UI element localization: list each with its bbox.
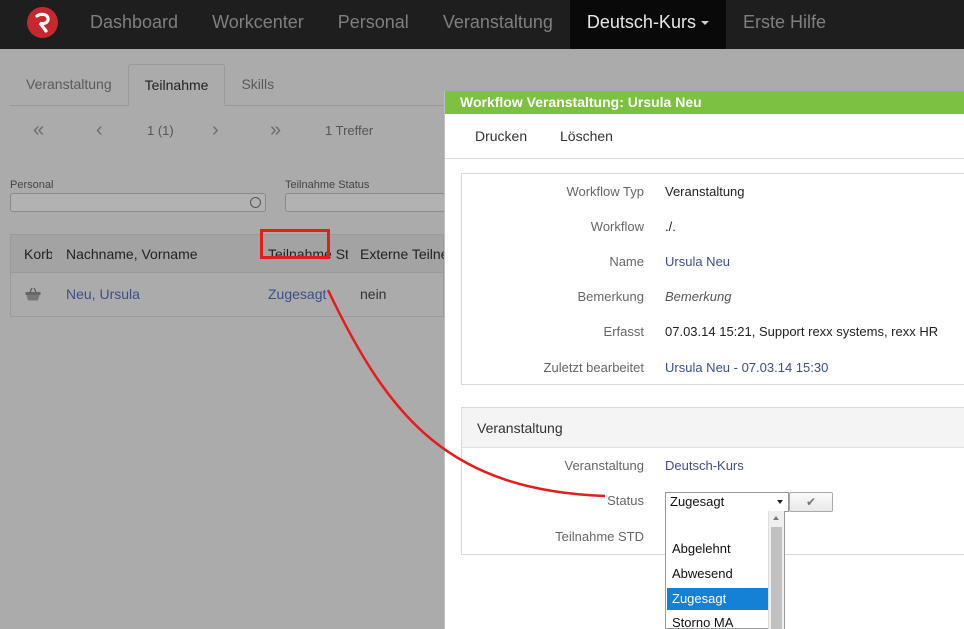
option-storno-ma[interactable]: Storno MA <box>667 612 769 629</box>
nav-dashboard[interactable]: Dashboard <box>73 0 195 49</box>
label-erfasst: Erfasst <box>603 324 644 339</box>
label-teilnahme-std: Teilnahme STD <box>555 529 644 544</box>
value-erfasst: 07.03.14 15:21, Support rexx systems, re… <box>665 324 939 339</box>
value-workflow-typ: Veranstaltung <box>665 184 745 199</box>
next-page-icon[interactable]: › <box>212 119 219 142</box>
label-status: Status <box>607 493 644 508</box>
label-zuletzt-bearbeitet: Zuletzt bearbeitet <box>543 360 644 375</box>
rexx-logo[interactable] <box>27 7 58 38</box>
filter-status-input[interactable] <box>285 193 445 212</box>
filter-personal-label: Personal <box>10 179 54 191</box>
checkmark-icon: ✔ <box>805 495 817 509</box>
tab-teilnahme[interactable]: Teilnahme <box>127 64 226 106</box>
value-veranstaltung-link[interactable]: Deutsch-Kurs <box>665 458 744 473</box>
value-name-link[interactable]: Ursula Neu <box>665 254 730 269</box>
annotation-highlight-box <box>260 229 330 259</box>
row-status-link[interactable]: Zugesagt <box>268 286 326 302</box>
first-page-icon[interactable]: « <box>33 119 44 142</box>
label-workflow-typ: Workflow Typ <box>566 184 644 199</box>
hit-count: 1 Treffer <box>325 123 374 138</box>
basket-icon[interactable] <box>25 288 41 301</box>
nav-deutsch-kurs[interactable]: Deutsch-Kurs <box>569 0 726 49</box>
section-title: Veranstaltung <box>462 408 964 448</box>
scroll-up-arrow-icon[interactable] <box>773 516 779 520</box>
status-select[interactable]: Zugesagt <box>665 492 789 512</box>
filter-status-label: Teilnahme Status <box>285 179 370 191</box>
dropdown-scrollbar[interactable] <box>768 511 784 629</box>
main-nav: Dashboard Workcenter Personal Veranstalt… <box>73 0 843 49</box>
panel-title: Workflow Veranstaltung: Ursula Neu <box>445 91 964 114</box>
last-page-icon[interactable]: » <box>270 119 281 142</box>
label-bemerkung: Bemerkung <box>577 289 644 304</box>
option-abgelehnt[interactable]: Abgelehnt <box>667 538 769 560</box>
col-name[interactable]: Nachname, Vorname <box>66 246 198 262</box>
table-row[interactable]: Neu, Ursula Zugesagt nein <box>11 273 443 316</box>
tab-skills[interactable]: Skills <box>225 64 290 105</box>
search-circle-icon[interactable] <box>250 197 261 208</box>
confirm-button[interactable]: ✔ <box>789 492 833 512</box>
nav-workcenter[interactable]: Workcenter <box>195 0 321 49</box>
tab-veranstaltung[interactable]: Veranstaltung <box>10 64 128 105</box>
option-zugesagt[interactable]: Zugesagt <box>667 588 769 610</box>
page-indicator: 1 (1) <box>147 123 174 138</box>
filter-personal-input[interactable] <box>10 193 266 212</box>
col-korb[interactable]: Korb <box>24 246 52 262</box>
value-bemerkung[interactable]: Bemerkung <box>665 289 731 304</box>
panel-toolbar: Drucken Löschen <box>445 114 964 159</box>
details-section: Workflow Typ Veranstaltung Workflow ./. … <box>461 173 964 385</box>
label-name: Name <box>609 254 644 269</box>
row-name-link[interactable]: Neu, Ursula <box>66 286 140 302</box>
option-empty[interactable] <box>667 516 769 538</box>
value-workflow: ./. <box>665 219 676 234</box>
status-select-value: Zugesagt <box>670 494 725 509</box>
nav-personal[interactable]: Personal <box>321 0 426 49</box>
top-navbar: Dashboard Workcenter Personal Veranstalt… <box>0 0 964 49</box>
participants-table: Korb Nachname, Vorname Teilnahme St Exte… <box>10 234 445 317</box>
value-zuletzt-bearbeitet[interactable]: Ursula Neu - 07.03.14 15:30 <box>665 360 828 375</box>
scrollbar-thumb[interactable] <box>771 527 782 629</box>
label-veranstaltung: Veranstaltung <box>564 458 644 473</box>
row-extern: nein <box>360 286 387 302</box>
delete-button[interactable]: Löschen <box>560 128 613 144</box>
status-dropdown-list: Abgelehnt Abwesend Zugesagt Storno MA <box>665 511 785 629</box>
col-extern[interactable]: Externe Teilne <box>360 246 445 262</box>
nav-deutsch-kurs-label: Deutsch-Kurs <box>586 12 696 32</box>
label-workflow: Workflow <box>590 219 644 234</box>
nav-erste-hilfe[interactable]: Erste Hilfe <box>726 0 843 49</box>
table-header: Korb Nachname, Vorname Teilnahme St Exte… <box>11 235 445 273</box>
print-button[interactable]: Drucken <box>475 128 527 144</box>
nav-veranstaltung[interactable]: Veranstaltung <box>426 0 570 49</box>
dropdown-arrow-icon <box>777 500 783 504</box>
prev-page-icon[interactable]: ‹ <box>96 119 103 142</box>
col-name-label: Nachname, Vorname <box>66 246 198 262</box>
caret-down-icon <box>700 21 709 26</box>
option-abwesend[interactable]: Abwesend <box>667 563 769 585</box>
